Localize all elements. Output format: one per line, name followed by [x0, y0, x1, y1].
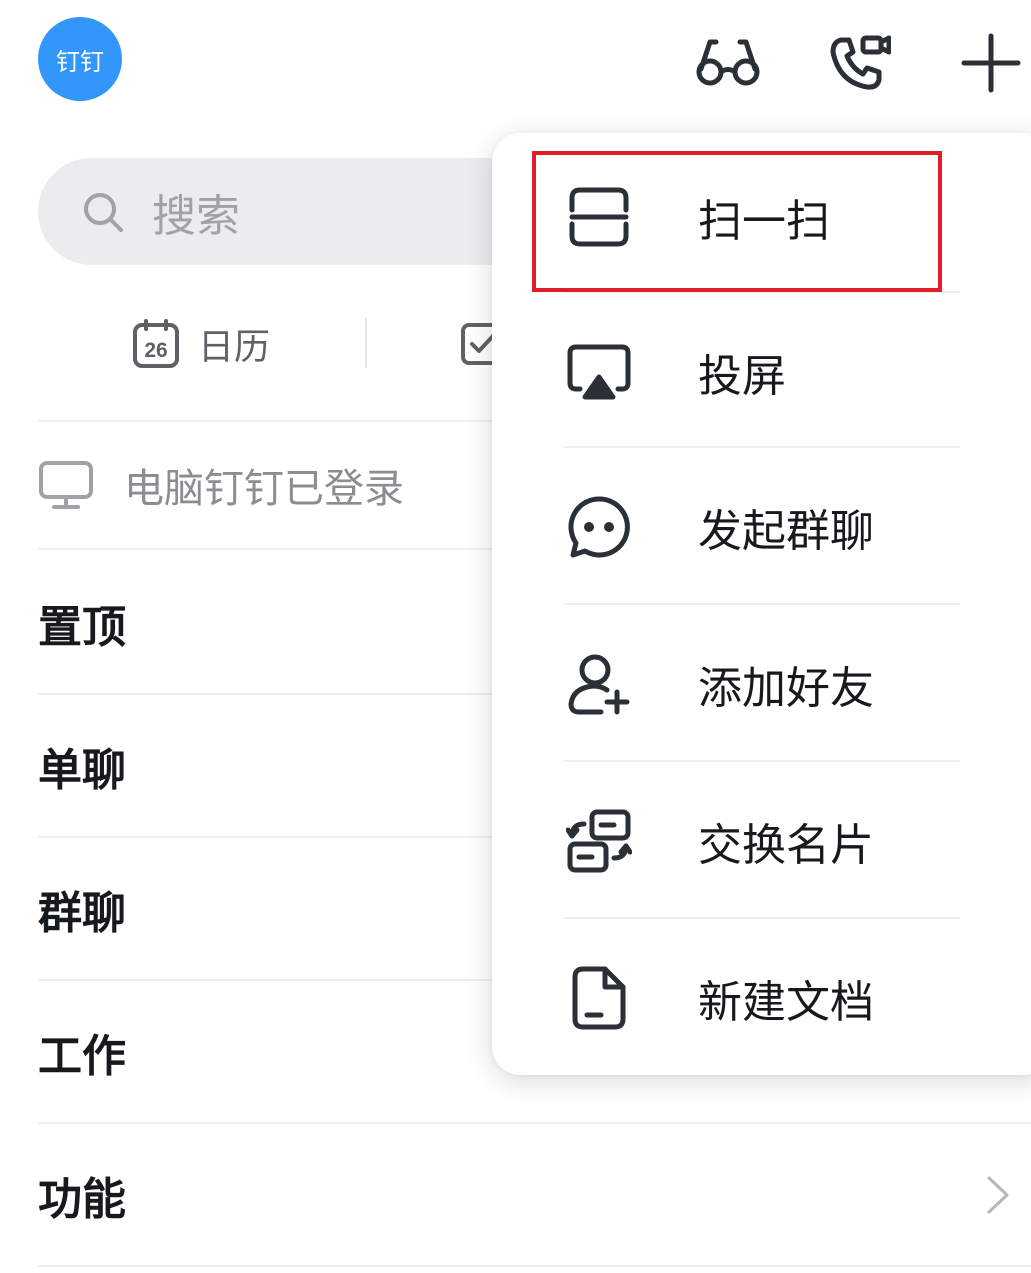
calendar-icon: 26 — [133, 319, 179, 368]
scan-icon — [564, 182, 634, 252]
search-placeholder: 搜索 — [152, 190, 240, 242]
menu-item-group-chat[interactable]: 发起群聊 — [564, 448, 960, 605]
quick-divider — [365, 318, 367, 368]
menu-item-exchange-card[interactable]: 交换名片 — [564, 762, 960, 919]
menu-item-new-document[interactable]: 新建文档 — [564, 919, 960, 1076]
menu-item-label: 新建文档 — [698, 976, 874, 1028]
monitor-icon — [39, 461, 93, 509]
calendar-shortcut[interactable]: 26 日历 — [132, 318, 270, 370]
new-document-icon — [564, 963, 634, 1033]
pc-login-text: 电脑钉钉已登录 — [124, 466, 404, 512]
avatar-text: 钉钉 — [56, 47, 104, 76]
menu-item-label: 扫一扫 — [698, 195, 830, 247]
menu-item-label: 交换名片 — [698, 819, 874, 871]
chevron-right-icon — [987, 1176, 1009, 1213]
menu-item-add-friend[interactable]: 添加好友 — [564, 605, 960, 762]
group-chat-icon — [564, 492, 634, 562]
section-title: 功能 — [38, 1173, 126, 1225]
calendar-label: 日历 — [198, 327, 271, 368]
menu-item-scan[interactable]: 扫一扫 — [564, 138, 960, 295]
menu-item-label: 发起群聊 — [698, 505, 874, 557]
exchange-card-icon — [564, 806, 634, 876]
plus-dropdown-menu: 扫一扫 投屏 发起群聊 添加好友 交换名片 新建文档 — [492, 133, 1031, 1075]
glasses-icon[interactable] — [695, 30, 761, 96]
search-icon — [84, 192, 123, 232]
section-title: 群聊 — [38, 887, 126, 939]
section-title: 工作 — [38, 1030, 126, 1082]
calendar-day: 26 — [144, 339, 167, 362]
avatar[interactable]: 钉钉 — [38, 17, 122, 101]
section-title: 置顶 — [38, 601, 126, 653]
menu-item-screen-cast[interactable]: 投屏 — [564, 293, 960, 450]
menu-item-label: 投屏 — [698, 350, 786, 402]
add-friend-icon — [564, 649, 634, 719]
section-features[interactable]: 功能 — [38, 1124, 1031, 1267]
screen-cast-icon — [564, 337, 634, 407]
section-title: 单聊 — [38, 744, 126, 796]
plus-icon[interactable] — [958, 30, 1024, 96]
menu-item-label: 添加好友 — [698, 662, 874, 714]
video-call-icon[interactable] — [826, 30, 892, 96]
